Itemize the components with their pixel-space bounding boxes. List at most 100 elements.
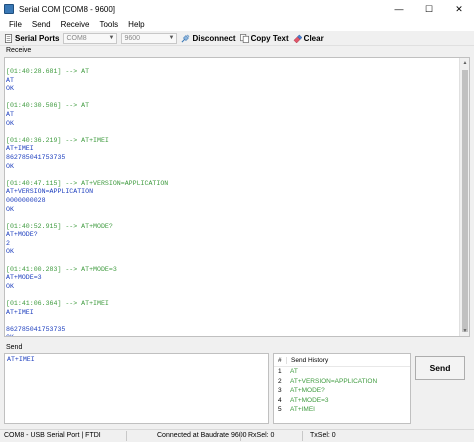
receive-line: [01:40:36.219] --> AT+IMEI xyxy=(6,136,109,144)
menu-tools[interactable]: Tools xyxy=(94,20,123,29)
history-row[interactable]: 3 AT+MODE? xyxy=(274,386,410,396)
history-row-command: AT+IMEI xyxy=(290,406,315,414)
copy-text-label: Copy Text xyxy=(250,33,289,43)
receive-line xyxy=(6,128,458,137)
status-bar: COM8 - USB Serial Port | FTDI Connected … xyxy=(0,429,474,442)
receive-textbox[interactable]: [01:40:28.681] --> AT AT OK [01:40:30.506] … xyxy=(4,57,470,337)
window-title: Serial COM [COM8 - 9600] xyxy=(19,4,116,14)
receive-line: AT xyxy=(6,76,14,84)
history-row-command: AT xyxy=(290,368,298,376)
history-row[interactable]: 1 AT xyxy=(274,367,410,377)
minimize-button[interactable]: — xyxy=(384,0,414,18)
clear-button[interactable]: Clear xyxy=(293,34,324,43)
status-divider xyxy=(302,431,303,441)
document-icon xyxy=(4,33,13,43)
menu-receive[interactable]: Receive xyxy=(56,20,95,29)
history-row-command: AT+VERSION=APPLICATION xyxy=(290,377,378,385)
scroll-down-icon[interactable]: ▼ xyxy=(460,326,469,336)
baud-value: 9600 xyxy=(124,34,141,42)
status-divider xyxy=(126,431,127,441)
history-row-number: 1 xyxy=(278,368,282,376)
receive-line: OK xyxy=(6,334,458,336)
scroll-up-icon[interactable]: ▲ xyxy=(460,58,469,68)
history-row[interactable]: 5 AT+IMEI xyxy=(274,405,410,415)
disconnect-label: Disconnect xyxy=(192,33,236,43)
plug-icon xyxy=(181,34,190,42)
receive-line: 0000000028 xyxy=(6,196,46,204)
menu-send[interactable]: Send xyxy=(27,20,56,29)
receive-line: [01:40:28.681] --> AT xyxy=(6,68,90,75)
status-port: COM8 - USB Serial Port | FTDI xyxy=(4,432,101,439)
title-bar: Serial COM [COM8 - 9600] — ☐ ✕ xyxy=(0,0,474,18)
menu-bar: File Send Receive Tools Help xyxy=(0,18,474,31)
chevron-down-icon: ▼ xyxy=(108,35,115,41)
receive-line: AT+IMEI xyxy=(6,308,34,316)
send-input[interactable]: AT+IMEI xyxy=(4,353,269,424)
history-header: # Send History xyxy=(274,354,410,367)
status-divider xyxy=(240,431,241,441)
history-row-number: 5 xyxy=(278,406,282,414)
scrollbar-thumb[interactable] xyxy=(462,70,468,332)
baud-select[interactable]: 9600 ▼ xyxy=(121,32,178,44)
receive-line xyxy=(6,94,458,103)
receive-line: AT xyxy=(6,110,14,118)
disconnect-button[interactable]: Disconnect xyxy=(181,33,236,43)
copy-text-button[interactable]: Copy Text xyxy=(239,33,289,43)
send-history-list[interactable]: # Send History 1 AT 2 AT+VERSION=APPLICATIO… xyxy=(273,353,411,424)
receive-line: 862785041753735 xyxy=(6,153,66,161)
history-row-number: 2 xyxy=(278,377,282,385)
maximize-button[interactable]: ☐ xyxy=(414,0,444,18)
receive-line xyxy=(6,317,458,326)
port-select[interactable]: COM8 ▼ xyxy=(63,32,118,44)
copy-icon xyxy=(239,33,249,43)
receive-line xyxy=(6,257,458,266)
receive-line xyxy=(6,214,458,223)
history-col-title: Send History xyxy=(286,356,328,364)
receive-line xyxy=(6,291,458,300)
receive-line: AT+MODE? xyxy=(6,231,38,239)
receive-line: OK xyxy=(6,162,14,170)
send-group-label: Send xyxy=(6,344,23,351)
serial-ports-button[interactable]: Serial Ports xyxy=(4,34,59,43)
send-button[interactable]: Send xyxy=(415,356,465,380)
history-row[interactable]: 2 AT+VERSION=APPLICATION xyxy=(274,377,410,387)
receive-line: OK xyxy=(6,205,14,213)
serial-ports-label: Serial Ports xyxy=(15,33,60,43)
history-row-number: 3 xyxy=(278,387,282,395)
history-row-command: AT+MODE=3 xyxy=(290,396,329,404)
receive-log: [01:40:28.681] --> AT AT OK [01:40:30.506] … xyxy=(6,68,458,336)
receive-line: [01:41:06.364] --> AT+IMEI xyxy=(6,300,109,308)
clear-label: Clear xyxy=(303,33,324,43)
window-controls: — ☐ ✕ xyxy=(384,0,474,18)
receive-line: [01:40:52.915] --> AT+MODE? xyxy=(6,222,113,230)
receive-line: OK xyxy=(6,85,14,93)
receive-line: OK xyxy=(6,119,14,127)
receive-line: 862785041753735 xyxy=(6,325,66,333)
history-row-command: AT+MODE? xyxy=(290,387,325,395)
receive-line: OK xyxy=(6,248,14,256)
status-rxsel: RxSel: 0 xyxy=(248,432,275,439)
receive-line: [01:40:47.115] --> AT+VERSION=APPLICATIO… xyxy=(6,179,169,187)
toolbar: Serial Ports COM8 ▼ 9600 ▼ Disconnect Co… xyxy=(0,31,474,46)
port-value: COM8 xyxy=(66,34,87,42)
receive-line: AT+VERSION=APPLICATION xyxy=(6,188,94,196)
eraser-icon xyxy=(293,34,302,43)
receive-line xyxy=(6,171,458,180)
status-connection: Connected at Baudrate 9600 xyxy=(157,432,247,439)
receive-line: AT+IMEI xyxy=(6,145,34,153)
receive-group-label: Receive xyxy=(6,47,32,54)
app-icon xyxy=(4,4,14,14)
receive-line: 2 xyxy=(6,239,10,247)
receive-line: AT+MODE=3 xyxy=(6,274,42,282)
receive-line: [01:41:00.283] --> AT+MODE=3 xyxy=(6,265,117,273)
receive-line: [01:40:30.506] --> AT xyxy=(6,102,90,110)
receive-scrollbar[interactable]: ▲ ▼ xyxy=(459,58,469,336)
chevron-down-icon: ▼ xyxy=(168,35,175,41)
menu-file[interactable]: File xyxy=(4,20,27,29)
menu-help[interactable]: Help xyxy=(123,20,149,29)
receive-line: OK xyxy=(6,282,14,290)
history-row[interactable]: 4 AT+MODE=3 xyxy=(274,396,410,406)
history-col-number: # xyxy=(278,356,282,364)
status-txsel: TxSel: 0 xyxy=(310,432,336,439)
close-button[interactable]: ✕ xyxy=(444,0,474,18)
